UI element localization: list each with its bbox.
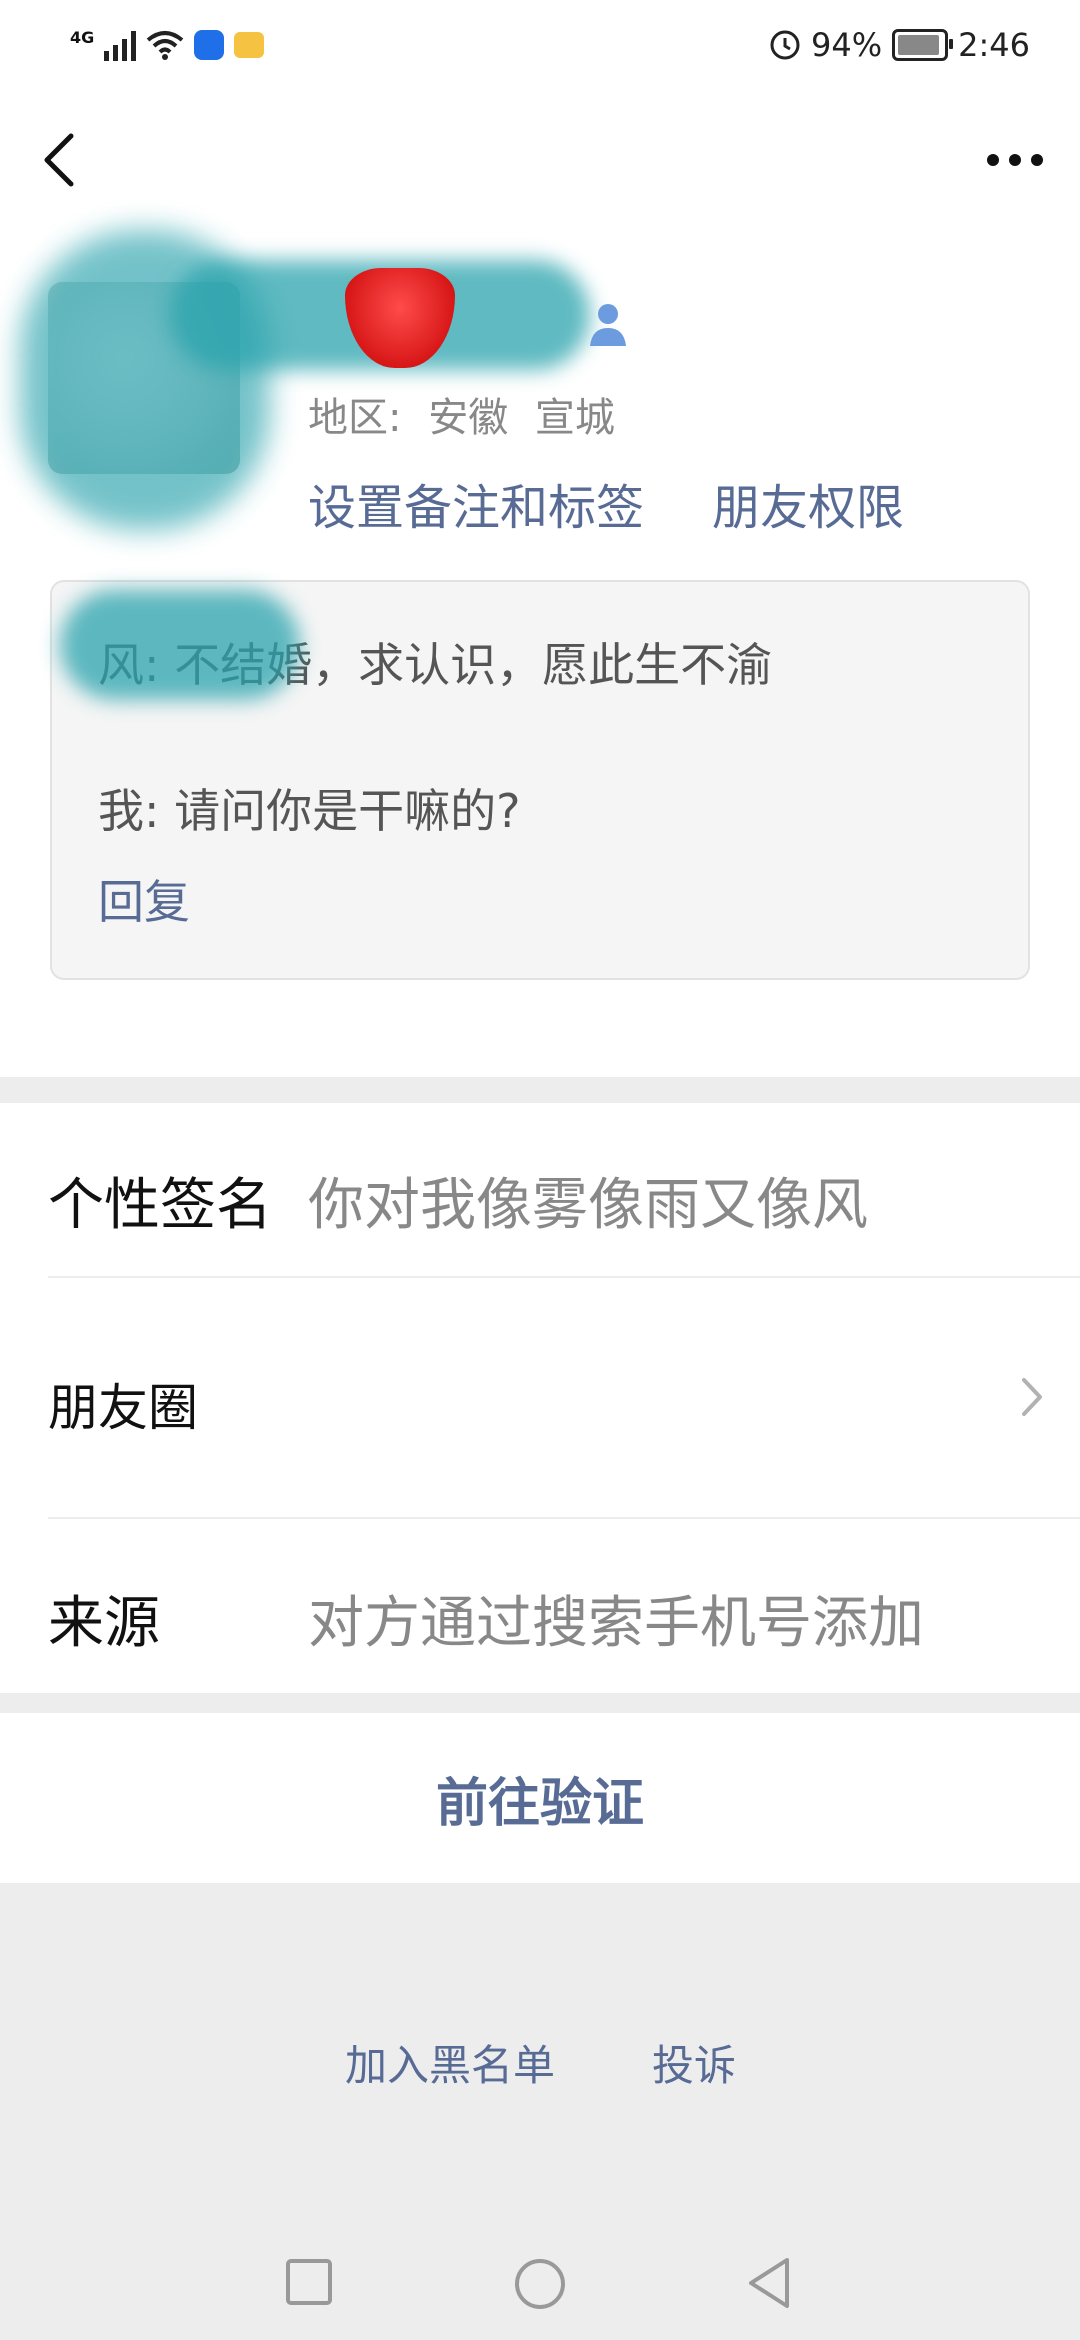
system-nav-bar (0, 2220, 1080, 2340)
region-province: 安徽 (428, 395, 509, 441)
square-icon[interactable] (285, 2258, 333, 2306)
source-label: 来源 (48, 1591, 160, 1656)
region: 地区: 安徽 宣城 (308, 385, 615, 443)
privacy-blur-sender (60, 590, 300, 700)
region-label: 地区: (308, 395, 402, 441)
source-value: 对方通过搜索手机号添加 (308, 1591, 924, 1656)
clock: 2:46 (958, 26, 1030, 64)
person-icon (590, 304, 626, 346)
signature-label: 个性签名 (48, 1173, 272, 1238)
battery-icon (892, 29, 954, 61)
moments-label: 朋友圈 (48, 1379, 198, 1437)
chevron-right-icon (1022, 1378, 1042, 1416)
status-left: 4G (70, 20, 265, 70)
divider (48, 1517, 1080, 1519)
wifi-icon (146, 31, 184, 60)
battery-percent: 94% (811, 26, 883, 64)
circle-icon[interactable] (514, 2258, 566, 2310)
alarm-icon (770, 30, 800, 60)
verify-button[interactable]: 前往验证 (0, 1713, 1080, 1883)
reply-link[interactable]: 回复 (98, 866, 190, 932)
region-city: 宣城 (534, 395, 615, 441)
app-notification-icon (194, 30, 225, 60)
app-notification-icon-2 (234, 32, 265, 58)
status-right: 94% 2:46 (769, 22, 1030, 68)
message-line-2: 我: 请问你是干嘛的? (98, 784, 521, 838)
verify-label: 前往验证 (435, 1773, 644, 1834)
friend-permission-link[interactable]: 朋友权限 (712, 468, 904, 538)
set-remark-link[interactable]: 设置备注和标签 (308, 468, 644, 538)
signature-value: 你对我像雾像雨又像风 (308, 1173, 868, 1238)
triangle-back-icon[interactable] (745, 2256, 793, 2310)
signal-icon (104, 29, 137, 61)
report-link[interactable]: 投诉 (652, 2032, 736, 2093)
more-dots-icon[interactable] (985, 140, 1045, 180)
network-type: 4G (70, 28, 95, 47)
back-arrow-icon[interactable] (35, 130, 85, 190)
blacklist-link[interactable]: 加入黑名单 (345, 2032, 555, 2093)
